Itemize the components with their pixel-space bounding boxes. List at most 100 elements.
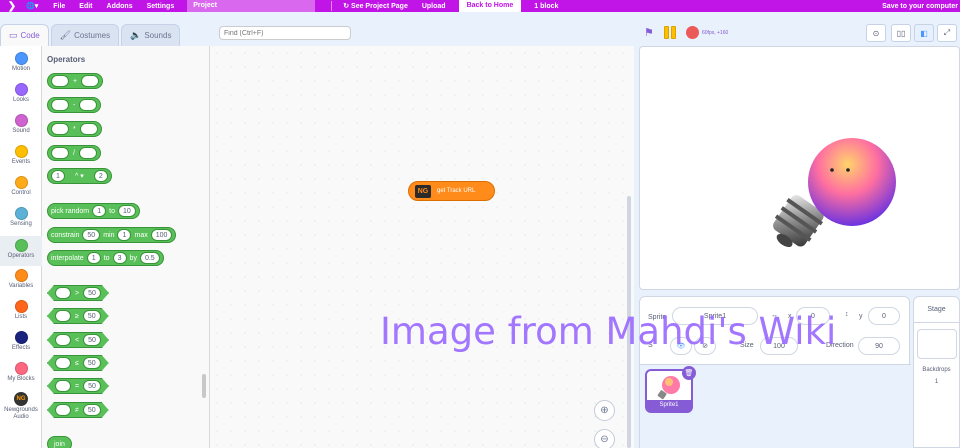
language-globe-icon[interactable]: 🌐▾ <box>24 2 46 10</box>
logo-icon[interactable]: ❯ <box>0 0 24 12</box>
category-label: Sound <box>12 128 30 134</box>
category-events[interactable]: Events <box>0 145 42 165</box>
palette-scrollbar[interactable] <box>202 374 206 398</box>
menu-file[interactable]: File <box>46 3 72 10</box>
pick-random-block[interactable]: pick random 1 to 10 <box>47 203 140 219</box>
power-operator-dropdown[interactable]: ^ ▾ <box>75 172 84 180</box>
multiply-block[interactable]: * <box>47 121 102 137</box>
direction-input[interactable]: 90 <box>858 337 900 355</box>
category-my-blocks[interactable]: My Blocks <box>0 362 42 382</box>
input-slot[interactable]: 2 <box>93 170 108 182</box>
input-slot[interactable]: 1 <box>86 252 101 264</box>
menu-settings[interactable]: Settings <box>140 3 182 10</box>
debug-button[interactable]: ⊙ <box>866 24 886 42</box>
input-slot[interactable] <box>51 75 69 87</box>
y-input[interactable]: 0 <box>868 307 900 325</box>
operator-symbol: ≠ <box>75 406 79 414</box>
input-slot[interactable]: 50 <box>83 404 101 416</box>
input-slot[interactable] <box>81 75 100 87</box>
small-stage-button[interactable]: ▯▯ <box>891 24 911 42</box>
join-block[interactable]: join <box>47 436 72 448</box>
input-slot[interactable]: 0.5 <box>139 252 160 264</box>
input-slot[interactable]: 100 <box>150 229 173 241</box>
zoom-in-button[interactable]: ⊕ <box>594 400 615 421</box>
input-slot[interactable]: 50 <box>83 380 101 392</box>
palette-title: Operators <box>47 55 86 64</box>
menu-addons[interactable]: Addons <box>100 3 140 10</box>
fullscreen-button[interactable]: ⤢ <box>937 24 957 42</box>
stop-icon[interactable] <box>686 26 699 39</box>
back-to-home-button[interactable]: Back to Home <box>458 0 522 12</box>
category-operators[interactable]: Operators <box>0 236 42 266</box>
add-block[interactable]: + <box>47 73 104 89</box>
category-sensing[interactable]: Sensing <box>0 207 42 227</box>
events-dot-icon <box>14 145 28 158</box>
see-project-page-button[interactable]: ↻ See Project Page <box>336 2 415 10</box>
stage-selector[interactable]: Stage Backdrops 1 <box>913 296 960 448</box>
input-slot[interactable]: 3 <box>112 252 127 264</box>
greater-than-block[interactable]: >50 <box>47 285 109 301</box>
fullscreen-icon: ⤢ <box>943 28 951 37</box>
divide-block[interactable]: / <box>47 145 101 161</box>
code-workspace[interactable] <box>210 46 634 448</box>
category-effects[interactable]: Effects <box>0 331 42 351</box>
green-flag-icon[interactable]: ⚑ <box>644 27 656 39</box>
input-slot[interactable] <box>79 123 98 135</box>
input-slot[interactable]: 1 <box>117 229 132 241</box>
input-slot[interactable]: 50 <box>83 334 101 346</box>
input-slot[interactable]: 1 <box>51 170 65 182</box>
input-slot[interactable] <box>55 334 71 346</box>
effects-dot-icon <box>14 331 28 344</box>
small-stage-icon: ▯▯ <box>896 28 906 38</box>
sprite-thumbnail[interactable]: Sprite1 🗑 <box>645 366 696 413</box>
input-slot[interactable]: 50 <box>83 287 101 299</box>
input-slot[interactable] <box>51 147 69 159</box>
input-slot[interactable] <box>78 147 97 159</box>
category-variables[interactable]: Variables <box>0 269 42 289</box>
category-newgrounds-audio[interactable]: NG Newgrounds Audio <box>0 392 42 421</box>
category-lists[interactable]: Lists <box>0 300 42 320</box>
input-slot[interactable] <box>55 287 71 299</box>
input-slot[interactable] <box>55 310 71 322</box>
sound-dot-icon <box>14 114 28 127</box>
stage-thumbnail[interactable] <box>917 329 957 359</box>
input-slot[interactable] <box>51 123 69 135</box>
input-slot[interactable] <box>79 99 98 111</box>
equals-block[interactable]: = 50 <box>47 378 109 394</box>
input-slot[interactable]: 50 <box>83 357 101 369</box>
category-control[interactable]: Control <box>0 176 42 196</box>
input-slot[interactable]: 50 <box>82 229 101 241</box>
trash-icon[interactable]: 🗑 <box>682 366 696 380</box>
tab-costumes[interactable]: 🖌 Costumes <box>50 24 120 46</box>
input-slot[interactable] <box>55 404 71 416</box>
project-title-input[interactable]: Project <box>187 0 316 12</box>
interpolate-block[interactable]: interpolate 1 to 3 by 0.5 <box>47 250 164 266</box>
less-equal-block[interactable]: ≤50 <box>47 355 109 371</box>
input-slot[interactable] <box>51 99 69 111</box>
subtract-block[interactable]: - <box>47 97 102 113</box>
find-input[interactable] <box>219 26 351 40</box>
upload-button[interactable]: Upload <box>415 3 453 10</box>
category-looks[interactable]: Looks <box>0 83 42 103</box>
less-than-block[interactable]: <50 <box>47 332 109 348</box>
tab-code[interactable]: ▭ Code <box>0 24 49 46</box>
power-block[interactable]: 1 ^ ▾ 2 <box>47 168 112 184</box>
category-sound[interactable]: Sound <box>0 114 42 134</box>
save-to-computer-button[interactable]: Save to your computer <box>875 3 960 10</box>
input-slot[interactable]: 50 <box>83 310 101 322</box>
get-track-url-block[interactable]: NG get Track URL <box>408 181 495 201</box>
pause-icon[interactable] <box>664 26 678 40</box>
greater-equal-block[interactable]: ≥50 <box>47 308 109 324</box>
category-motion[interactable]: Motion <box>0 52 42 72</box>
stage-canvas[interactable] <box>639 46 960 290</box>
input-slot[interactable] <box>55 357 71 369</box>
zoom-out-button[interactable]: ⊖ <box>594 429 615 448</box>
input-slot[interactable]: 10 <box>117 205 136 217</box>
large-stage-button[interactable]: ◧ <box>914 24 934 42</box>
menu-edit[interactable]: Edit <box>72 3 99 10</box>
tab-sounds[interactable]: 🔈 Sounds <box>121 24 181 46</box>
not-equals-block[interactable]: ≠ 50 <box>47 402 109 418</box>
constrain-block[interactable]: constrain 50 min 1 max 100 <box>47 227 177 243</box>
input-slot[interactable]: 1 <box>92 205 107 217</box>
input-slot[interactable] <box>55 380 71 392</box>
